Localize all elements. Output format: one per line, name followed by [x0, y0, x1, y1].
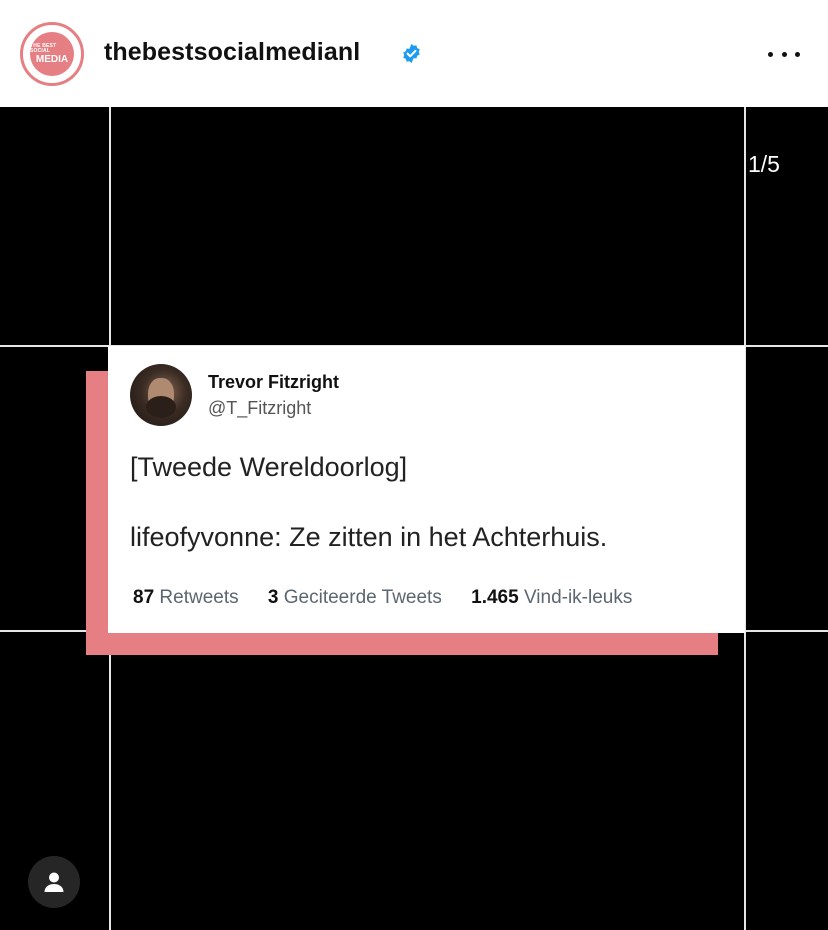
- retweets-count: 87: [133, 587, 155, 608]
- slide-counter: 1/5: [748, 151, 780, 177]
- likes-stat: 1.465 Vind-ik-leuks: [471, 587, 632, 609]
- tweet-author-name: Trevor Fitzright: [208, 372, 340, 392]
- tweet-stats: 87 Retweets 3 Geciteerde Tweets 1.465 Vi…: [133, 587, 632, 609]
- avatar-beard: [146, 396, 176, 418]
- tagged-users-button[interactable]: [28, 856, 80, 908]
- tweet-text-line: [Tweede Wereldoorlog]: [130, 452, 408, 482]
- dot: [781, 51, 787, 57]
- retweets-stat: 87 Retweets: [133, 587, 239, 609]
- verified-badge-icon: [403, 43, 420, 64]
- retweets-label: Retweets: [159, 587, 239, 608]
- profile-avatar[interactable]: THE BEST SOCIAL MEDIA: [20, 22, 84, 86]
- username-link[interactable]: thebestsocialmedianl: [104, 38, 360, 67]
- brand-logo: THE BEST SOCIAL MEDIA: [30, 32, 74, 76]
- logo-text-bottom: MEDIA: [35, 53, 69, 65]
- more-options-icon[interactable]: [768, 47, 800, 61]
- tweet-author-avatar: [130, 364, 192, 426]
- logo-text-top: THE BEST SOCIAL: [30, 42, 57, 54]
- post-media[interactable]: 1/5 Trevor Fitzright @T_Fitzright [Tweed…: [0, 107, 828, 930]
- dot: [795, 51, 800, 57]
- tweet-author-handle: @T_Fitzright: [208, 398, 312, 418]
- tweet-card: Trevor Fitzright @T_Fitzright [Tweede We…: [108, 346, 745, 633]
- user-icon: [44, 872, 64, 892]
- post-header: THE BEST SOCIAL MEDIA thebestsocialmedia…: [0, 0, 828, 107]
- likes-count: 1.465: [471, 587, 519, 608]
- quotes-count: 3: [267, 587, 279, 608]
- quotes-stat: 3 Geciteerde Tweets: [268, 587, 442, 609]
- tweet-text-line: lifeofyvonne: Ze zitten in het Achterhui…: [130, 522, 608, 552]
- quotes-label: Geciteerde Tweets: [283, 587, 442, 608]
- likes-label: Vind-ik-leuks: [523, 587, 633, 608]
- dot: [768, 51, 773, 57]
